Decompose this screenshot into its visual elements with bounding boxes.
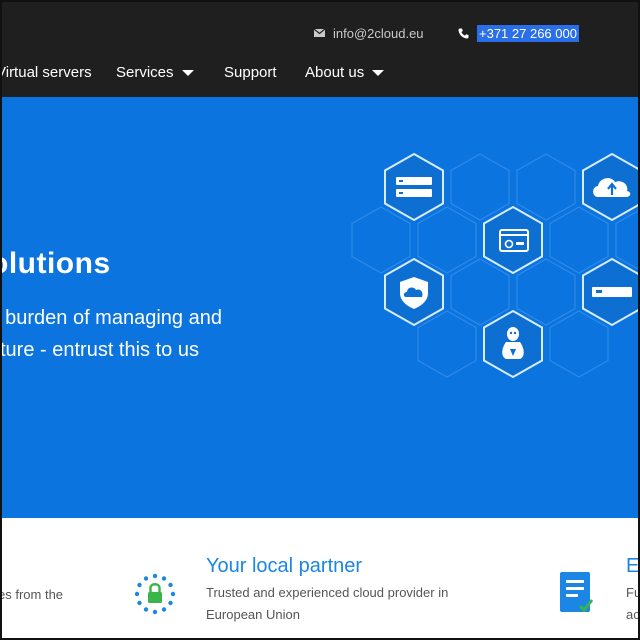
nav-support[interactable]: Support xyxy=(224,64,277,81)
nav-label: Support xyxy=(224,63,277,81)
document-check-icon xyxy=(560,572,594,613)
nav-label: Services xyxy=(116,63,174,81)
hero-banner: olutions t burden of managing and ture -… xyxy=(0,97,640,518)
nav-about-us[interactable]: About us xyxy=(305,63,385,81)
phone-icon xyxy=(458,28,469,38)
email-link[interactable]: info@2cloud.eu xyxy=(333,26,424,41)
server-unit-icon xyxy=(592,287,632,297)
feature-right-line-1: Fu xyxy=(626,585,640,600)
partner-description: Trusted and experienced cloud provider i… xyxy=(206,582,506,626)
eu-lock-icon xyxy=(134,573,176,615)
dashboard-hex xyxy=(483,206,543,274)
chevron-down-icon xyxy=(372,70,385,76)
phone-link[interactable]: +371 27 266 000 xyxy=(477,24,579,42)
nav-virtual-servers[interactable]: Virtual servers xyxy=(0,64,92,81)
feature-right-title: E xyxy=(626,555,640,577)
server-rack-hex xyxy=(384,153,444,221)
chevron-down-icon xyxy=(181,70,194,76)
envelope-icon xyxy=(314,29,325,37)
feature-right-line-2: ac xyxy=(626,607,640,622)
phone-contact[interactable]: +371 27 266 000 xyxy=(458,24,579,42)
nav-services[interactable]: Services xyxy=(116,64,194,81)
partner-description-line-1: Trusted and experienced cloud provider i… xyxy=(206,585,449,600)
feature-left-text: es from the xyxy=(0,587,64,602)
hero-subtitle-line-1: t burden of managing and xyxy=(0,307,222,329)
partner-description-line-2: European Union xyxy=(206,607,300,622)
hexagon-network-graphic xyxy=(351,153,640,378)
site-header: info@2cloud.eu +371 27 266 000 Virtual s… xyxy=(0,0,640,97)
email-contact[interactable]: info@2cloud.eu xyxy=(314,24,424,42)
hero-title: olutions xyxy=(0,247,111,280)
nav-label: Virtual servers xyxy=(0,63,92,81)
features-strip: es from the Your local partner Trusted a… xyxy=(0,518,640,640)
hero-subtitle-line-2: ture - entrust this to us xyxy=(0,339,199,361)
nav-label: About us xyxy=(305,63,365,81)
feature-right-description: Fu ac xyxy=(626,582,640,626)
partner-title: Your local partner xyxy=(206,555,363,577)
